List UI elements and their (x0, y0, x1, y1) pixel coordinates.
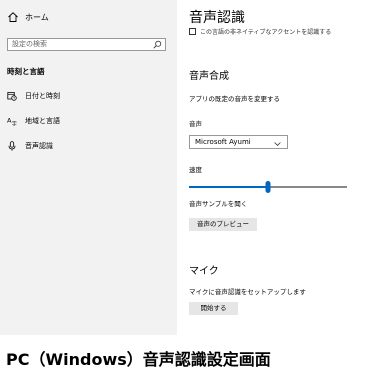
start-setup-button[interactable]: 開始する (189, 302, 238, 315)
speech-synthesis-heading: 音声合成 (189, 71, 229, 82)
voice-sample-label: 音声サンプルを聞く (189, 200, 248, 208)
settings-search-input[interactable]: 設定の検索 (7, 38, 166, 51)
sidebar: ホーム 設定の検索 時刻と言語 日付と時刻 A字 地域と言語 音声認識 (0, 0, 177, 335)
accent-option-row[interactable]: この言語の非ネイティブなアクセントを認識する (189, 27, 331, 36)
voice-label: 音声 (189, 120, 202, 128)
main-panel: 音声認識 この言語の非ネイティブなアクセントを認識する 音声合成 アプリの既定の… (177, 0, 389, 335)
accent-option-label: この言語の非ネイティブなアクセントを認識する (200, 29, 332, 36)
speed-label: 速度 (189, 166, 202, 174)
sidebar-item-label: 音声認識 (25, 142, 53, 150)
calendar-clock-icon (7, 91, 17, 101)
search-icon[interactable] (153, 40, 162, 49)
voice-select[interactable]: Microsoft Ayumi (189, 135, 288, 149)
speed-slider[interactable] (189, 178, 347, 193)
accent-checkbox[interactable] (189, 28, 196, 35)
page-title: 音声認識 (189, 10, 245, 26)
settings-window: ホーム 設定の検索 時刻と言語 日付と時刻 A字 地域と言語 音声認識 音声認識… (0, 0, 389, 335)
sidebar-item-region-language[interactable]: A字 地域と言語 (7, 116, 60, 128)
home-icon (7, 11, 19, 23)
slider-thumb (265, 181, 271, 193)
microphone-description: マイクに音声認識をセットアップします (189, 288, 306, 296)
microphone-icon (7, 141, 17, 151)
sidebar-item-speech[interactable]: 音声認識 (7, 141, 53, 151)
language-icon: A字 (7, 116, 17, 128)
microphone-heading: マイク (189, 266, 219, 277)
default-voice-description: アプリの既定の音声を変更する (189, 95, 280, 103)
sidebar-item-label: 日付と時刻 (25, 92, 60, 100)
svg-text:字: 字 (12, 121, 17, 127)
search-placeholder: 設定の検索 (12, 40, 47, 48)
sidebar-item-date-time[interactable]: 日付と時刻 (7, 91, 60, 101)
sidebar-item-label: 地域と言語 (25, 117, 60, 125)
voice-preview-button[interactable]: 音声のプレビュー (189, 218, 257, 231)
chevron-down-icon (274, 139, 281, 146)
figure-caption: PC（Windows）音声認識設定画面 (6, 350, 271, 369)
home-label: ホーム (25, 12, 49, 22)
home-nav-item[interactable]: ホーム (7, 11, 49, 23)
voice-select-value: Microsoft Ayumi (195, 138, 251, 146)
category-heading: 時刻と言語 (7, 67, 45, 76)
